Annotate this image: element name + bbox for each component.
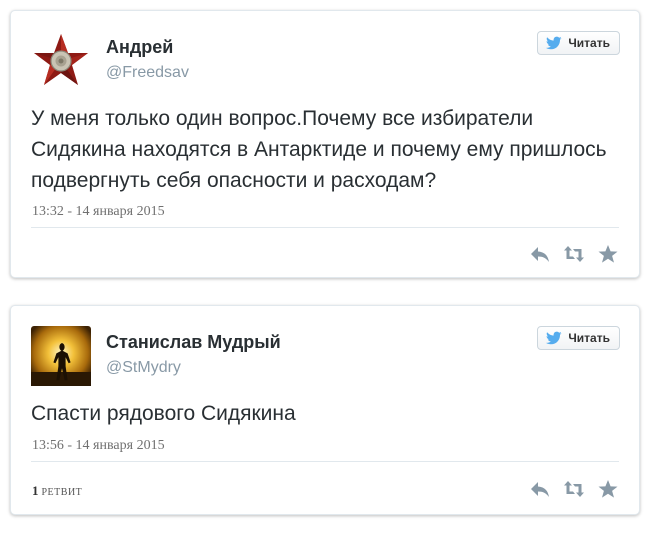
follow-label: Читать [568,331,610,345]
twitter-bird-icon [546,36,562,50]
twitter-bird-icon [546,331,562,345]
retweet-count[interactable]: 1 РЕТВИТ [32,483,82,499]
tweet-card: Андрей @Freedsav Читать У меня только од… [10,10,640,278]
tweet-text: У меня только один вопрос.Почему все изб… [31,107,607,192]
red-star-icon [34,34,88,85]
favorite-star-icon[interactable] [597,244,619,264]
divider [31,461,619,462]
tweet-timestamp[interactable]: 13:32 - 14 января 2015 [32,204,165,220]
reply-icon[interactable] [529,244,551,264]
tweet-actions [529,244,619,264]
tweet-timestamp[interactable]: 13:56 - 14 января 2015 [32,438,165,454]
avatar[interactable] [31,31,91,91]
avatar[interactable] [31,326,91,386]
tweet-card: Станислав Мудрый @StMydry Читать Спасти … [10,305,640,515]
divider [31,227,619,228]
tweet-text: Спасти рядового Сидякина [31,402,296,425]
reply-icon[interactable] [529,479,551,499]
retweet-icon[interactable] [563,479,585,499]
retweet-count-label: РЕТВИТ [41,487,83,498]
favorite-star-icon[interactable] [597,479,619,499]
follow-button[interactable]: Читать [537,326,620,350]
author-handle[interactable]: @Freedsav [106,64,189,82]
tweet-actions [529,479,619,499]
retweet-icon[interactable] [563,244,585,264]
author-name[interactable]: Андрей [106,37,173,58]
author-name[interactable]: Станислав Мудрый [106,332,281,353]
follow-button[interactable]: Читать [537,31,620,55]
silhouette-photo-icon [31,326,91,386]
author-handle[interactable]: @StMydry [106,359,181,377]
retweet-count-value: 1 [32,483,39,498]
follow-label: Читать [568,36,610,50]
